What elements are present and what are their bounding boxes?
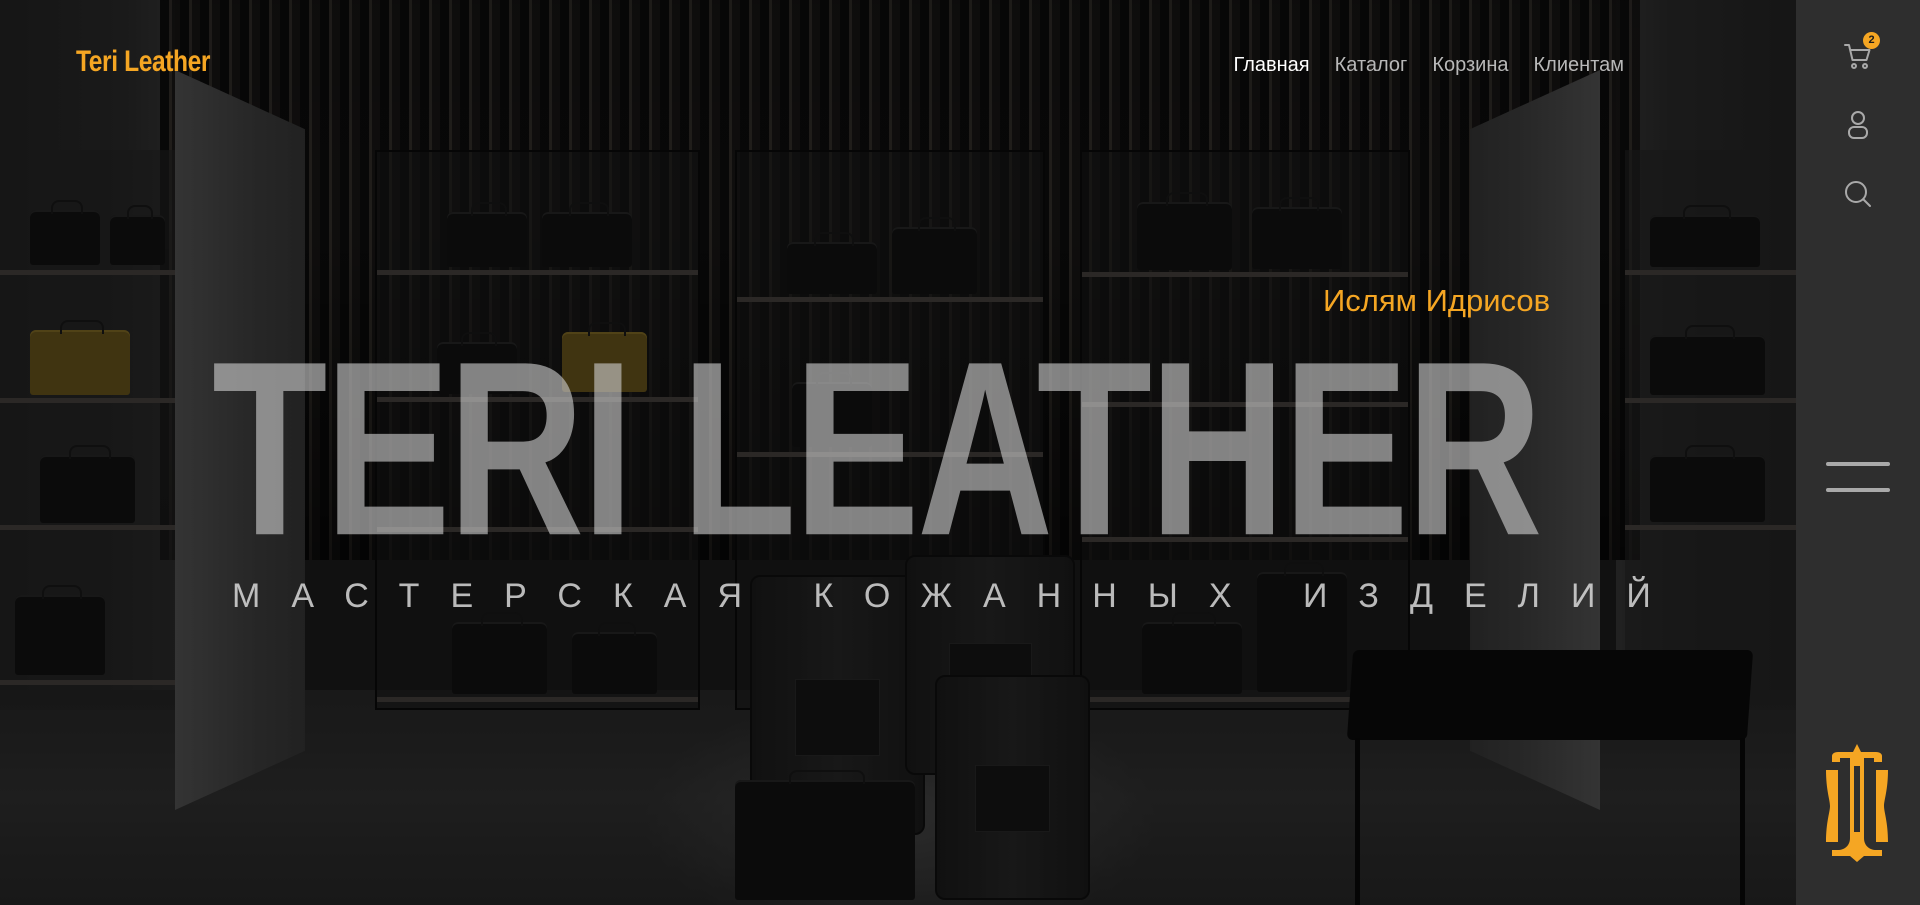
brand-monogram-icon[interactable] [1824, 742, 1890, 864]
site-logo[interactable]: Teri Leather [76, 45, 210, 79]
hero-subtitle: МАСТЕРСКАЯ КОЖАННЫХ ИЗДЕЛИЙ [232, 577, 1682, 615]
nav-link-cart[interactable]: Корзина [1432, 54, 1508, 77]
nav-link-catalog[interactable]: Каталог [1335, 54, 1408, 77]
account-button[interactable] [1840, 107, 1876, 143]
main-nav: Главная Каталог Корзина Клиентам [1234, 54, 1625, 77]
nav-link-home[interactable]: Главная [1234, 54, 1310, 77]
hamburger-menu-icon[interactable] [1826, 462, 1890, 492]
hero-section: Teri Leather Главная Каталог Корзина Кли… [0, 0, 1796, 905]
nav-link-clients[interactable]: Клиентам [1534, 54, 1624, 77]
hero-title: TERI LEATHER [212, 310, 1543, 588]
user-icon [1848, 111, 1868, 139]
right-sidebar: 2 [1796, 0, 1920, 905]
search-icon [1845, 181, 1871, 207]
search-button[interactable] [1840, 176, 1876, 212]
cart-count-badge: 2 [1863, 32, 1880, 49]
cart-button[interactable]: 2 [1840, 32, 1880, 74]
